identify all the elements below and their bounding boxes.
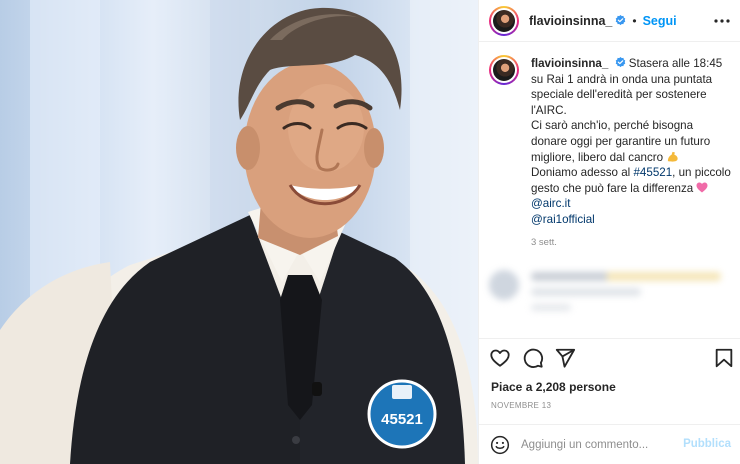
separator-dot: • [632,13,637,28]
header-username[interactable]: flavioinsinna_ [529,14,612,28]
more-options-icon[interactable] [713,12,731,30]
caption-timestamp: 3 sett. [531,236,557,248]
share-icon[interactable] [554,347,576,369]
action-bar [479,338,740,376]
donation-badge-number: 45521 [381,411,423,428]
comment-input[interactable] [521,436,681,454]
add-comment-bar: Pubblica [479,424,740,464]
mention-link-rai1[interactable]: @rai1official [531,213,595,226]
caption-text: flavioinsinna_ Stasera alle 18:45 su Rai… [531,56,731,250]
flexed-biceps-emoji-icon [668,151,678,162]
post-sidebar: flavioinsinna_ • Segui flavioinsinna_ St… [478,0,740,464]
pink-heart-emoji-icon [696,182,708,193]
avatar[interactable] [489,5,519,36]
emoji-icon[interactable] [490,435,510,455]
heart-icon[interactable] [489,347,511,369]
post-photo[interactable]: 45521 [0,0,478,464]
photo-illustration [0,0,478,464]
follow-button[interactable]: Segui [643,14,677,28]
publish-button[interactable]: Pubblica [683,438,731,450]
hashtag-link[interactable]: #45521 [633,166,672,179]
verified-badge-icon [615,57,625,68]
mention-link-airc[interactable]: @airc.it [531,197,570,210]
comment-icon[interactable] [522,347,544,369]
post-date[interactable]: NOVEMBRE 13 [491,401,551,410]
bookmark-icon[interactable] [713,347,735,369]
comments-section: flavioinsinna_ Stasera alle 18:45 su Rai… [479,42,740,338]
post-header: flavioinsinna_ • Segui [479,0,740,42]
caption-avatar[interactable] [489,55,519,85]
caption-paragraph-2: Ci sarò anch'io, perché bisogna donare o… [531,119,711,164]
verified-badge-icon [616,15,626,26]
blurred-comment [489,264,733,324]
caption-paragraph-3a: Doniamo adesso al [531,166,634,180]
likes-count[interactable]: Piace a 2,208 persone [491,380,616,394]
caption-username[interactable]: flavioinsinna_ [531,57,608,70]
